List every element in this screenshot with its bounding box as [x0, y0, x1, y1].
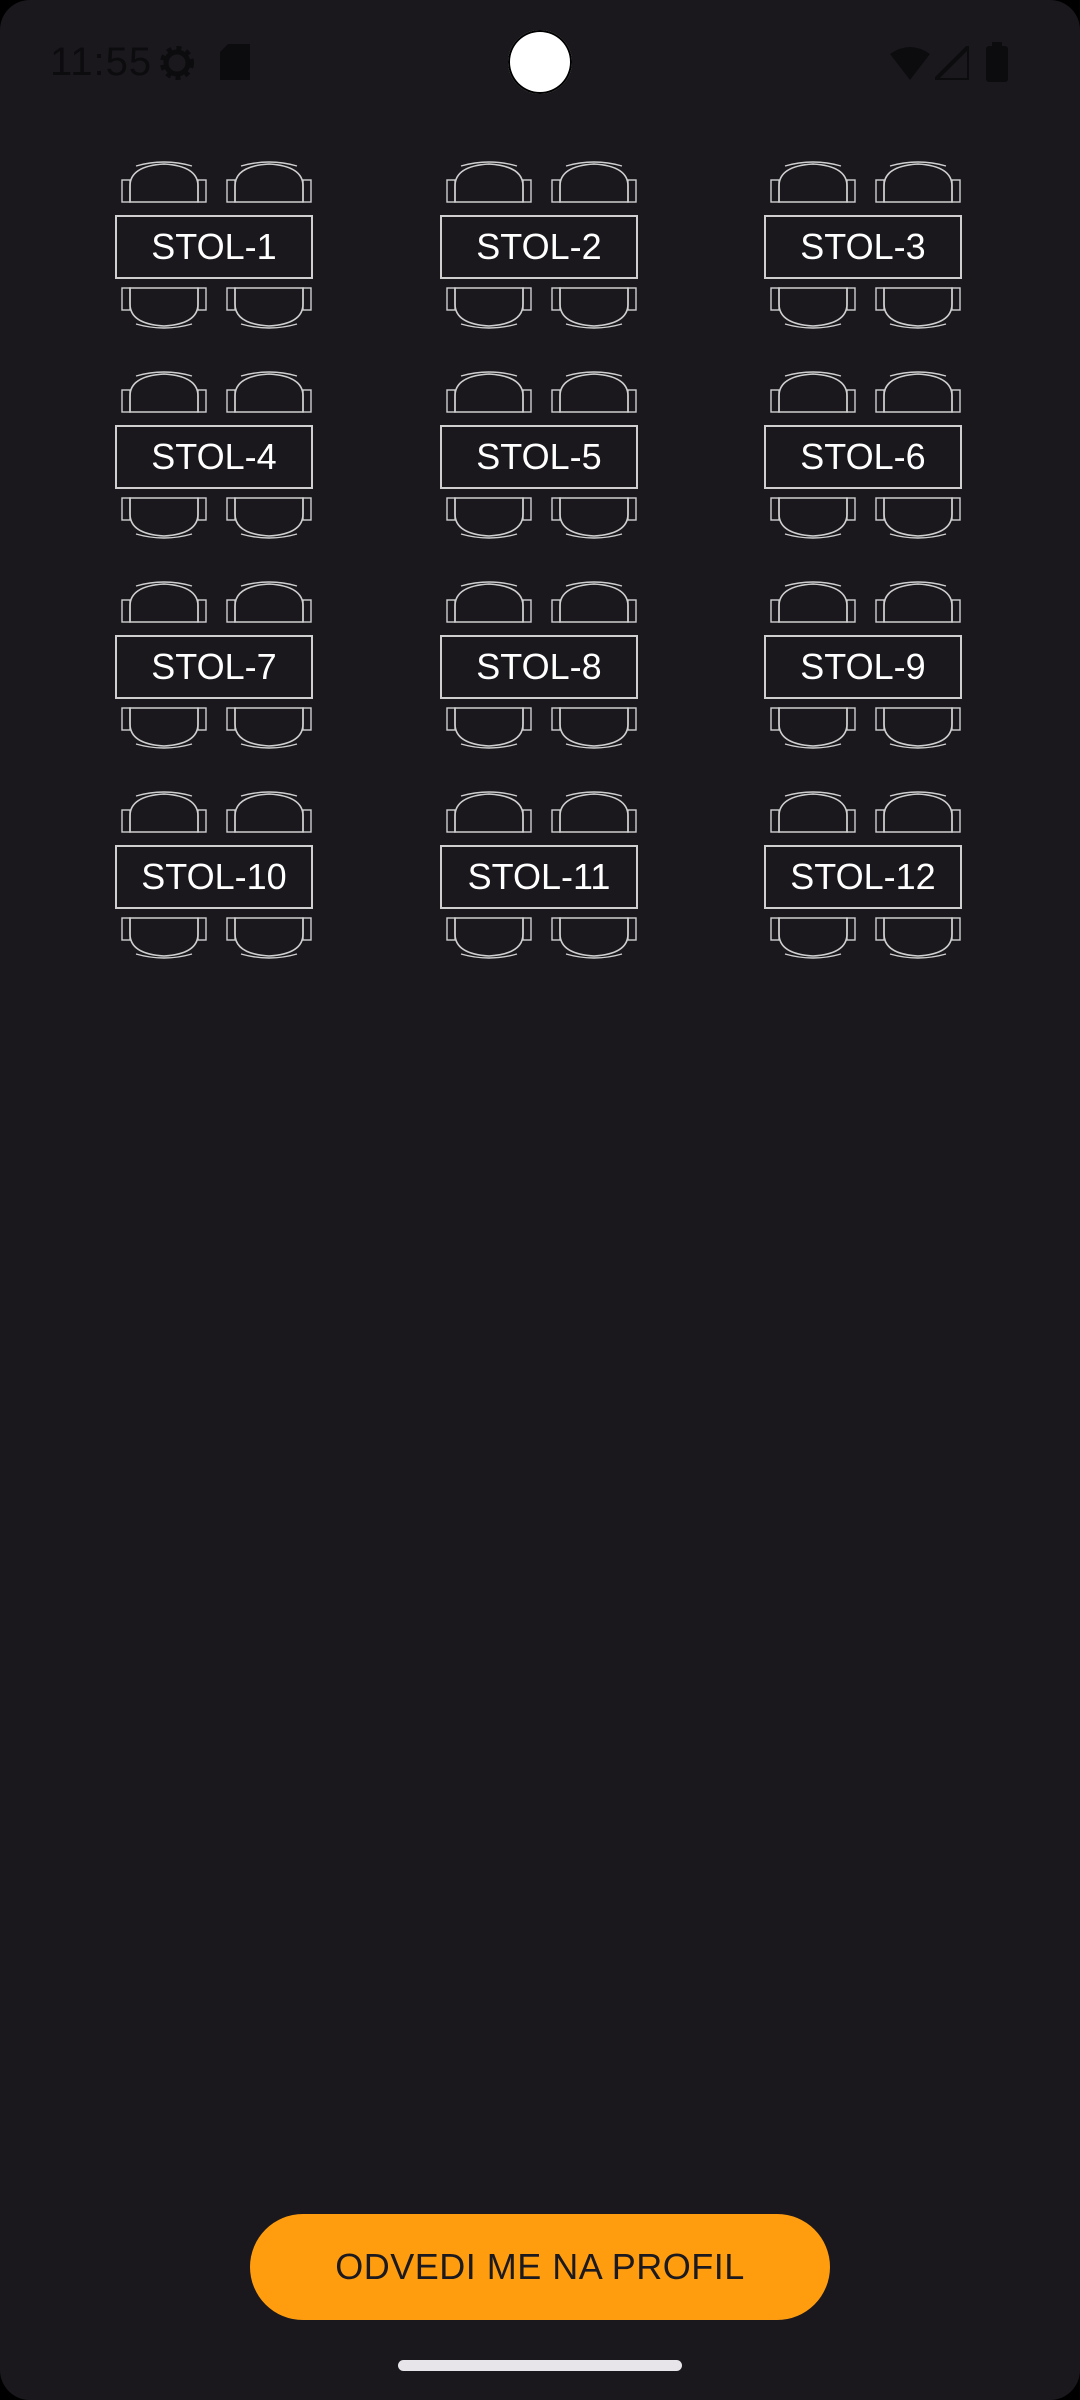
chair-icon	[551, 161, 637, 203]
chair-icon	[446, 581, 532, 623]
chair-icon	[121, 791, 207, 833]
chair-icon	[121, 161, 207, 203]
table-label[interactable]: STOL-3	[764, 215, 962, 279]
chair-icon	[875, 287, 961, 329]
chair-icon	[770, 581, 856, 623]
chair-icon	[770, 161, 856, 203]
chair-icon	[875, 161, 961, 203]
table-unit-4[interactable]: STOL-4	[110, 370, 320, 540]
sd-card-icon	[220, 44, 250, 85]
table-unit-12[interactable]: STOL-12	[759, 790, 969, 960]
chair-icon	[551, 917, 637, 959]
chair-icon	[446, 707, 532, 749]
home-indicator[interactable]	[398, 2360, 682, 2371]
chair-icon	[875, 791, 961, 833]
table-label[interactable]: STOL-2	[440, 215, 638, 279]
table-label[interactable]: STOL-8	[440, 635, 638, 699]
chair-icon	[226, 371, 312, 413]
chair-icon	[121, 581, 207, 623]
chair-icon	[446, 497, 532, 539]
chair-icon	[121, 497, 207, 539]
chair-icon	[770, 791, 856, 833]
chair-icon	[551, 791, 637, 833]
chair-icon	[226, 287, 312, 329]
table-label[interactable]: STOL-4	[115, 425, 313, 489]
table-unit-10[interactable]: STOL-10	[110, 790, 320, 960]
battery-icon	[986, 42, 1008, 87]
chair-icon	[770, 287, 856, 329]
chair-icon	[770, 707, 856, 749]
status-time: 11:55	[50, 40, 153, 84]
table-label[interactable]: STOL-10	[115, 845, 313, 909]
table-unit-2[interactable]: STOL-2	[435, 160, 645, 330]
table-label[interactable]: STOL-7	[115, 635, 313, 699]
chair-icon	[551, 371, 637, 413]
table-label[interactable]: STOL-6	[764, 425, 962, 489]
chair-icon	[226, 161, 312, 203]
chair-icon	[446, 287, 532, 329]
table-unit-8[interactable]: STOL-8	[435, 580, 645, 750]
chair-icon	[226, 917, 312, 959]
chair-icon	[226, 791, 312, 833]
chair-icon	[121, 371, 207, 413]
chair-icon	[875, 707, 961, 749]
table-unit-9[interactable]: STOL-9	[759, 580, 969, 750]
table-unit-5[interactable]: STOL-5	[435, 370, 645, 540]
app-screen: 11:55 STOL-1 STOL-2 STOL-3 STOL-4 STOL-5…	[0, 0, 1080, 2400]
chair-icon	[446, 371, 532, 413]
chair-icon	[875, 917, 961, 959]
settings-gear-icon	[158, 44, 196, 87]
chair-icon	[875, 581, 961, 623]
table-label[interactable]: STOL-1	[115, 215, 313, 279]
chair-icon	[770, 917, 856, 959]
chair-icon	[121, 707, 207, 749]
chair-icon	[121, 917, 207, 959]
chair-icon	[226, 497, 312, 539]
table-label[interactable]: STOL-11	[440, 845, 638, 909]
chair-icon	[446, 791, 532, 833]
camera-cutout	[508, 30, 572, 94]
table-unit-7[interactable]: STOL-7	[110, 580, 320, 750]
chair-icon	[446, 161, 532, 203]
chair-icon	[551, 497, 637, 539]
wifi-icon	[890, 46, 930, 85]
chair-icon	[875, 371, 961, 413]
chair-icon	[875, 497, 961, 539]
chair-icon	[770, 497, 856, 539]
table-unit-1[interactable]: STOL-1	[110, 160, 320, 330]
table-unit-11[interactable]: STOL-11	[435, 790, 645, 960]
chair-icon	[551, 707, 637, 749]
status-bar: 11:55	[0, 0, 1080, 130]
table-label[interactable]: STOL-12	[764, 845, 962, 909]
go-to-profile-button[interactable]: ODVEDI ME NA PROFIL	[250, 2214, 830, 2320]
chair-icon	[551, 581, 637, 623]
table-label[interactable]: STOL-9	[764, 635, 962, 699]
chair-icon	[446, 917, 532, 959]
chair-icon	[551, 287, 637, 329]
cell-signal-icon	[930, 41, 971, 85]
table-label[interactable]: STOL-5	[440, 425, 638, 489]
chair-icon	[226, 707, 312, 749]
table-unit-3[interactable]: STOL-3	[759, 160, 969, 330]
chair-icon	[770, 371, 856, 413]
table-unit-6[interactable]: STOL-6	[759, 370, 969, 540]
chair-icon	[121, 287, 207, 329]
chair-icon	[226, 581, 312, 623]
